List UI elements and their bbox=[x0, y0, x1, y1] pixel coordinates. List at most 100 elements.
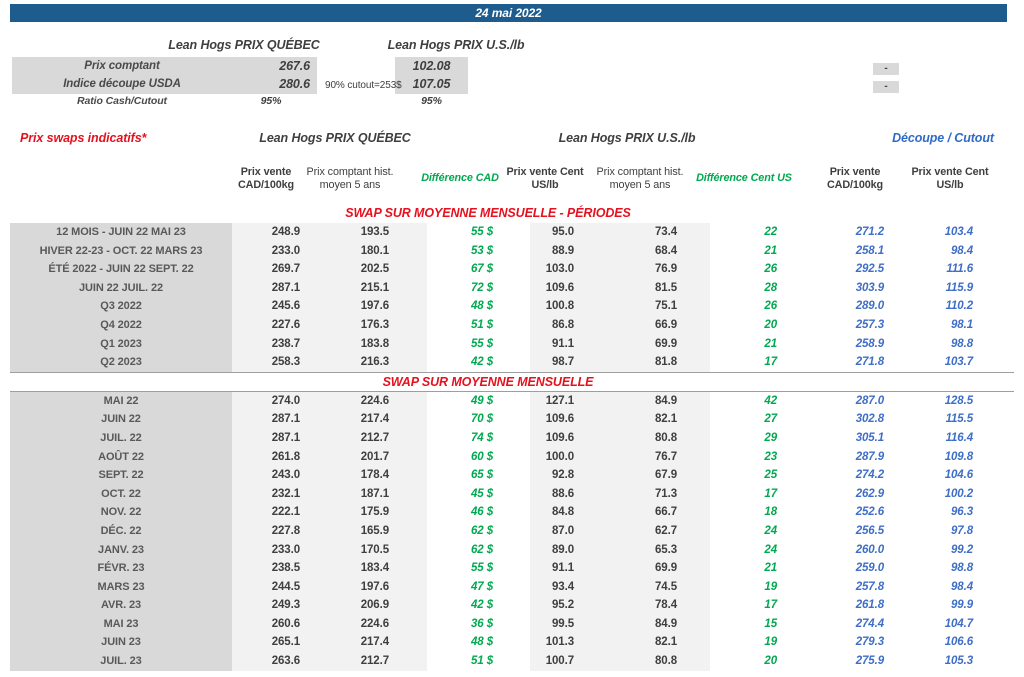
value-cell: 259.0 bbox=[855, 562, 884, 575]
table-row: NOV. 22 222.1 175.9 46 $ 84.8 66.7 18 252.6 96.3 bbox=[10, 503, 1014, 522]
table-row: DÉC. 22 227.8 165.9 62 $ 87.0 62.7 24 256.5 97.8 bbox=[10, 521, 1014, 541]
month-label-cell: OCT. 22 bbox=[10, 484, 232, 504]
periods-section-title: SWAP SUR MOYENNE MENSUELLE - PÉRIODES bbox=[345, 206, 631, 220]
period-label-cell: HIVER 22-23 - OCT. 22 MARS 23 bbox=[10, 241, 232, 261]
value-cell: 244.5 bbox=[232, 577, 312, 597]
value-cell: 42 $ bbox=[471, 599, 493, 612]
value-cell: 76.7 bbox=[586, 447, 710, 467]
month-label-cell: AOÛT 22 bbox=[10, 447, 232, 467]
date-banner: 24 mai 2022 bbox=[10, 4, 1007, 22]
value-cell: 19 bbox=[764, 636, 777, 649]
table-row: ÉTÉ 2022 - JUIN 22 SEPT. 22 269.7 202.5 67 … bbox=[10, 260, 1014, 279]
table-row: FÉVR. 23 238.5 183.4 55 $ 91.1 69.9 21 259.0 98.… bbox=[10, 559, 1014, 578]
value-cell: 165.9 bbox=[312, 521, 427, 541]
cutout-index-us: 107.05 bbox=[412, 77, 451, 91]
table-row: JUIL. 22 287.1 212.7 74 $ 109.6 80.8 29 305.1 11… bbox=[10, 428, 1014, 448]
value-cell: 18 bbox=[764, 506, 777, 519]
table-row: SEPT. 22 243.0 178.4 65 $ 92.8 67.9 25 274.2 104… bbox=[10, 466, 1014, 485]
value-cell: 233.0 bbox=[232, 241, 312, 261]
value-cell: 81.8 bbox=[586, 353, 710, 373]
value-cell: 73.4 bbox=[586, 223, 710, 242]
value-cell: 98.8 bbox=[951, 562, 973, 575]
value-cell: 48 $ bbox=[471, 636, 493, 649]
swaps-us-header: Lean Hogs PRIX U.S./lb bbox=[558, 131, 696, 145]
value-cell: 17 bbox=[764, 599, 777, 612]
value-cell: 84.9 bbox=[586, 391, 710, 411]
value-cell: 66.7 bbox=[586, 503, 710, 522]
value-cell: 305.1 bbox=[855, 431, 884, 444]
month-label-cell: JANV. 23 bbox=[10, 540, 232, 560]
value-cell: 224.6 bbox=[312, 614, 427, 634]
value-cell: 99.5 bbox=[530, 614, 586, 634]
table-row: 12 MOIS - JUIN 22 MAI 23 248.9 193.5 55 $ 95… bbox=[10, 223, 1014, 242]
month-label-cell: MAI 22 bbox=[10, 391, 232, 411]
value-cell: 55 $ bbox=[471, 226, 493, 238]
value-cell: 257.8 bbox=[855, 580, 884, 593]
value-cell: 17 bbox=[764, 356, 777, 369]
periods-section-title-row: SWAP SUR MOYENNE MENSUELLE - PÉRIODES bbox=[10, 204, 1014, 223]
value-cell: 269.7 bbox=[232, 260, 312, 279]
month-label-cell: SEPT. 22 bbox=[10, 466, 232, 485]
value-cell: 248.9 bbox=[232, 223, 312, 242]
value-cell: 23 bbox=[764, 450, 777, 463]
value-cell: 91.1 bbox=[530, 559, 586, 578]
value-cell: 47 $ bbox=[471, 580, 493, 593]
table-row: AOÛT 22 261.8 201.7 60 $ 100.0 76.7 23 287.9 109… bbox=[10, 447, 1014, 467]
value-cell: 62.7 bbox=[586, 521, 710, 541]
month-label-cell: JUIN 23 bbox=[10, 633, 232, 653]
table-row: AVR. 23 249.3 206.9 42 $ 95.2 78.4 17 261.8 99.9 bbox=[10, 596, 1014, 615]
value-cell: 70 $ bbox=[471, 413, 493, 426]
value-cell: 92.8 bbox=[530, 466, 586, 485]
period-label-cell: Q2 2023 bbox=[10, 353, 232, 373]
month-label-cell: FÉVR. 23 bbox=[10, 559, 232, 578]
value-cell: 106.6 bbox=[944, 636, 973, 649]
value-cell: 100.8 bbox=[530, 297, 586, 316]
value-cell: 91.1 bbox=[530, 334, 586, 354]
value-cell: 62 $ bbox=[471, 524, 493, 537]
month-label-cell: JUIN 22 bbox=[10, 410, 232, 429]
value-cell: 178.4 bbox=[312, 466, 427, 485]
value-cell: 84.8 bbox=[530, 503, 586, 522]
value-cell: 42 bbox=[764, 394, 777, 407]
value-cell: 80.8 bbox=[586, 652, 710, 671]
table-row: JUIL. 23 263.6 212.7 51 $ 100.7 80.8 20 275.9 10… bbox=[10, 652, 1014, 671]
value-cell: 287.0 bbox=[855, 394, 884, 407]
value-cell: 22 bbox=[764, 226, 777, 238]
value-cell: 75.1 bbox=[586, 297, 710, 316]
value-cell: 233.0 bbox=[232, 540, 312, 560]
col-header-hist-cad: Prix comptant hist. moyen 5 ans bbox=[306, 165, 394, 191]
month-label-cell: DÉC. 22 bbox=[10, 521, 232, 541]
value-cell: 26 bbox=[764, 263, 777, 276]
value-cell: 110.2 bbox=[945, 300, 974, 313]
swaps-table: SWAP SUR MOYENNE MENSUELLE - PÉRIODES 12… bbox=[10, 204, 1014, 671]
value-cell: 187.1 bbox=[312, 484, 427, 504]
swaps-title: Prix swaps indicatifs* bbox=[20, 131, 147, 145]
value-cell: 66.9 bbox=[586, 315, 710, 335]
spot-price-label: Prix comptant bbox=[84, 60, 160, 72]
cutout-group-header: Découpe / Cutout bbox=[892, 131, 994, 145]
value-cell: 74.5 bbox=[586, 577, 710, 597]
cutout-dash-2: - bbox=[873, 81, 899, 93]
value-cell: 206.9 bbox=[312, 596, 427, 615]
value-cell: 82.1 bbox=[586, 633, 710, 653]
col-header-prix-vente-us: Prix vente Cent US/lb bbox=[506, 165, 584, 191]
period-label-cell: Q4 2022 bbox=[10, 315, 232, 335]
value-cell: 98.8 bbox=[951, 337, 973, 350]
value-cell: 238.7 bbox=[232, 334, 312, 354]
value-cell: 53 $ bbox=[471, 244, 493, 257]
value-cell: 232.1 bbox=[232, 484, 312, 504]
value-cell: 109.6 bbox=[530, 428, 586, 448]
value-cell: 215.1 bbox=[312, 278, 427, 298]
value-cell: 258.1 bbox=[855, 244, 884, 257]
value-cell: 76.9 bbox=[586, 260, 710, 279]
value-cell: 183.4 bbox=[312, 559, 427, 578]
value-cell: 243.0 bbox=[232, 466, 312, 485]
table-row: Q3 2022 245.6 197.6 48 $ 100.8 75.1 26 289.0 110… bbox=[10, 297, 1014, 316]
spot-price-qc: 267.6 bbox=[279, 59, 310, 73]
value-cell: 170.5 bbox=[312, 540, 427, 560]
value-cell: 249.3 bbox=[232, 596, 312, 615]
value-cell: 88.9 bbox=[530, 241, 586, 261]
value-cell: 263.6 bbox=[232, 652, 312, 671]
value-cell: 65.3 bbox=[586, 540, 710, 560]
table-row: JUIN 23 265.1 217.4 48 $ 101.3 82.1 19 279.3 106… bbox=[10, 633, 1014, 653]
